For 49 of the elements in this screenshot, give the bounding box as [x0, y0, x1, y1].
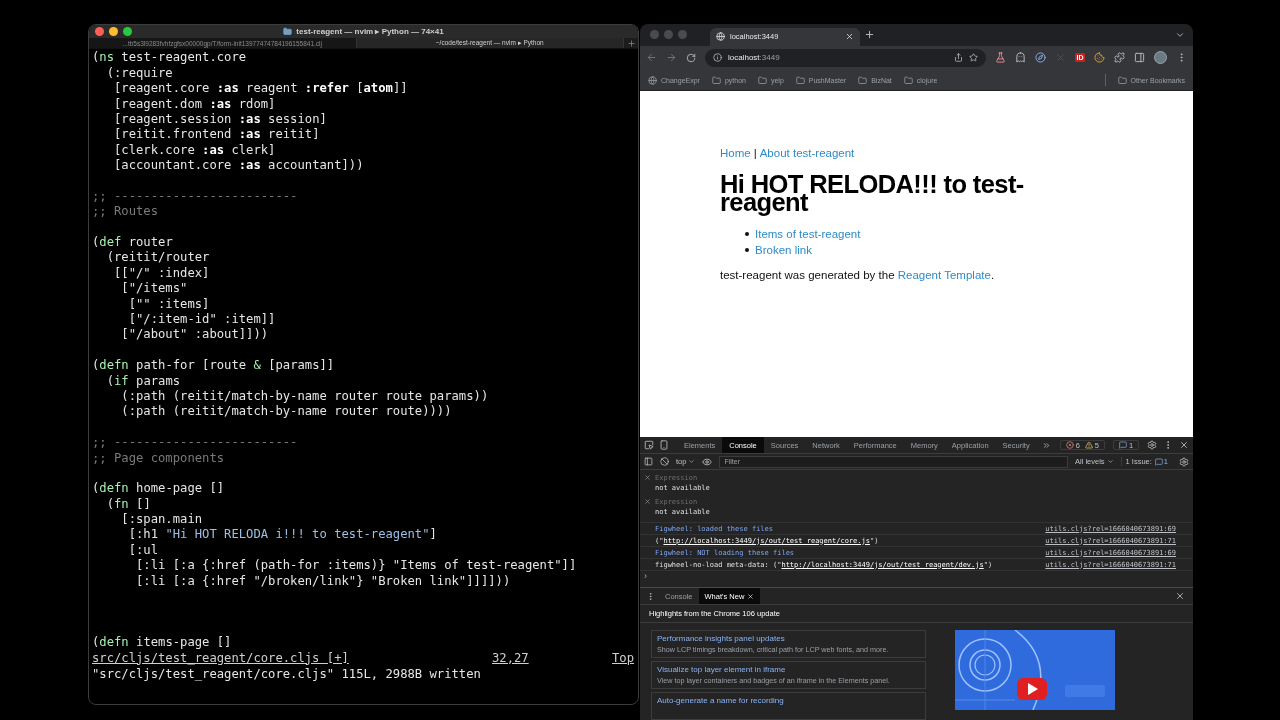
code-line: ;; Routes — [92, 204, 160, 220]
code-line: ["/:item-id" :item]] — [127, 312, 277, 328]
code-line: ;; ------------------------- — [92, 435, 299, 451]
code-line: (defn path-for [route & [params]] — [92, 358, 336, 374]
code-line: [reitit.frontend :as reitit] — [113, 127, 321, 143]
code-line: (def router — [92, 235, 174, 251]
window-title: test-reagent — nvim ▸ Python — 74×41 — [296, 27, 444, 37]
command-line: "src/cljs/test_reagent/core.cljs" 115L, 2988B written — [92, 666, 482, 682]
code-line: [clerk.core :as clerk] — [113, 142, 277, 159]
feature-card[interactable]: Auto-generate a name for recording — [651, 692, 926, 720]
list-link[interactable]: Broken link — [755, 244, 812, 257]
code-line: [["/" :index] — [113, 265, 211, 282]
code-line: [reagent.core :as reagent :refer [atom]] — [113, 81, 409, 97]
list-link[interactable]: Items of test-reagent — [755, 227, 861, 240]
code-line: (ns test-reagent.core — [92, 50, 248, 66]
page-paragraph: test-reagent was generated by the Reagent Template. — [720, 269, 996, 282]
code-line: [:ul — [127, 542, 160, 559]
code-line: ;; ------------------------- — [92, 188, 299, 205]
code-line: (defn home-page [] — [92, 481, 226, 497]
code-line: (reitit/router — [105, 250, 211, 266]
code-line: (:require — [105, 65, 174, 82]
code-line: (:path (reitit/match-by-name router route params)) — [120, 388, 490, 405]
console-prompt[interactable]: › — [644, 571, 647, 581]
template-link[interactable]: Reagent Template — [897, 269, 991, 282]
nav-link[interactable]: Home — [720, 147, 751, 160]
card-title[interactable]: Performance insights panel updates — [657, 634, 920, 643]
code-line: [:li [:a {:href (path-for :items)} "Items of test-reagent"]] — [135, 558, 578, 574]
file-name: src/cljs/test_reagent/core.cljs [+] — [92, 650, 350, 666]
code-line: [:span.main — [120, 512, 204, 528]
cursor-position: 32,27 — [492, 650, 530, 666]
card-title[interactable]: Auto-generate a name for recording — [657, 696, 920, 705]
code-line: (fn [] — [105, 496, 152, 513]
code-line: (:path (reitit/match-by-name router route)))) — [120, 404, 453, 420]
code-line: [:h1 "Hi HOT RELODA i!!! to test-reagent"] — [127, 527, 438, 543]
code-line: ["/about" :about]])) — [120, 327, 270, 343]
nav-separator: | — [753, 147, 757, 160]
scroll-position: Top — [612, 650, 634, 666]
address-bar[interactable]: localhost:3449 — [705, 48, 986, 67]
code-line: (defn items-page [] — [92, 635, 233, 651]
code-line: [reagent.session :as session] — [113, 111, 328, 128]
code-line: ["/items" — [120, 281, 189, 297]
code-line: [accountant.core :as accountant])) — [113, 158, 365, 174]
code-line: [reagent.dom :as rdom] — [113, 96, 277, 112]
code-line: (if params — [105, 373, 182, 389]
card-title[interactable]: Visualize top layer element in iframe — [657, 665, 920, 674]
nav-link[interactable]: About test-reagent — [759, 147, 855, 160]
code-line: [:li [:a {:href "/broken/link"} "Broken link"]]]])) — [135, 573, 512, 590]
code-line: ;; Page components — [92, 450, 226, 466]
code-line: ["" :items] — [127, 296, 211, 312]
